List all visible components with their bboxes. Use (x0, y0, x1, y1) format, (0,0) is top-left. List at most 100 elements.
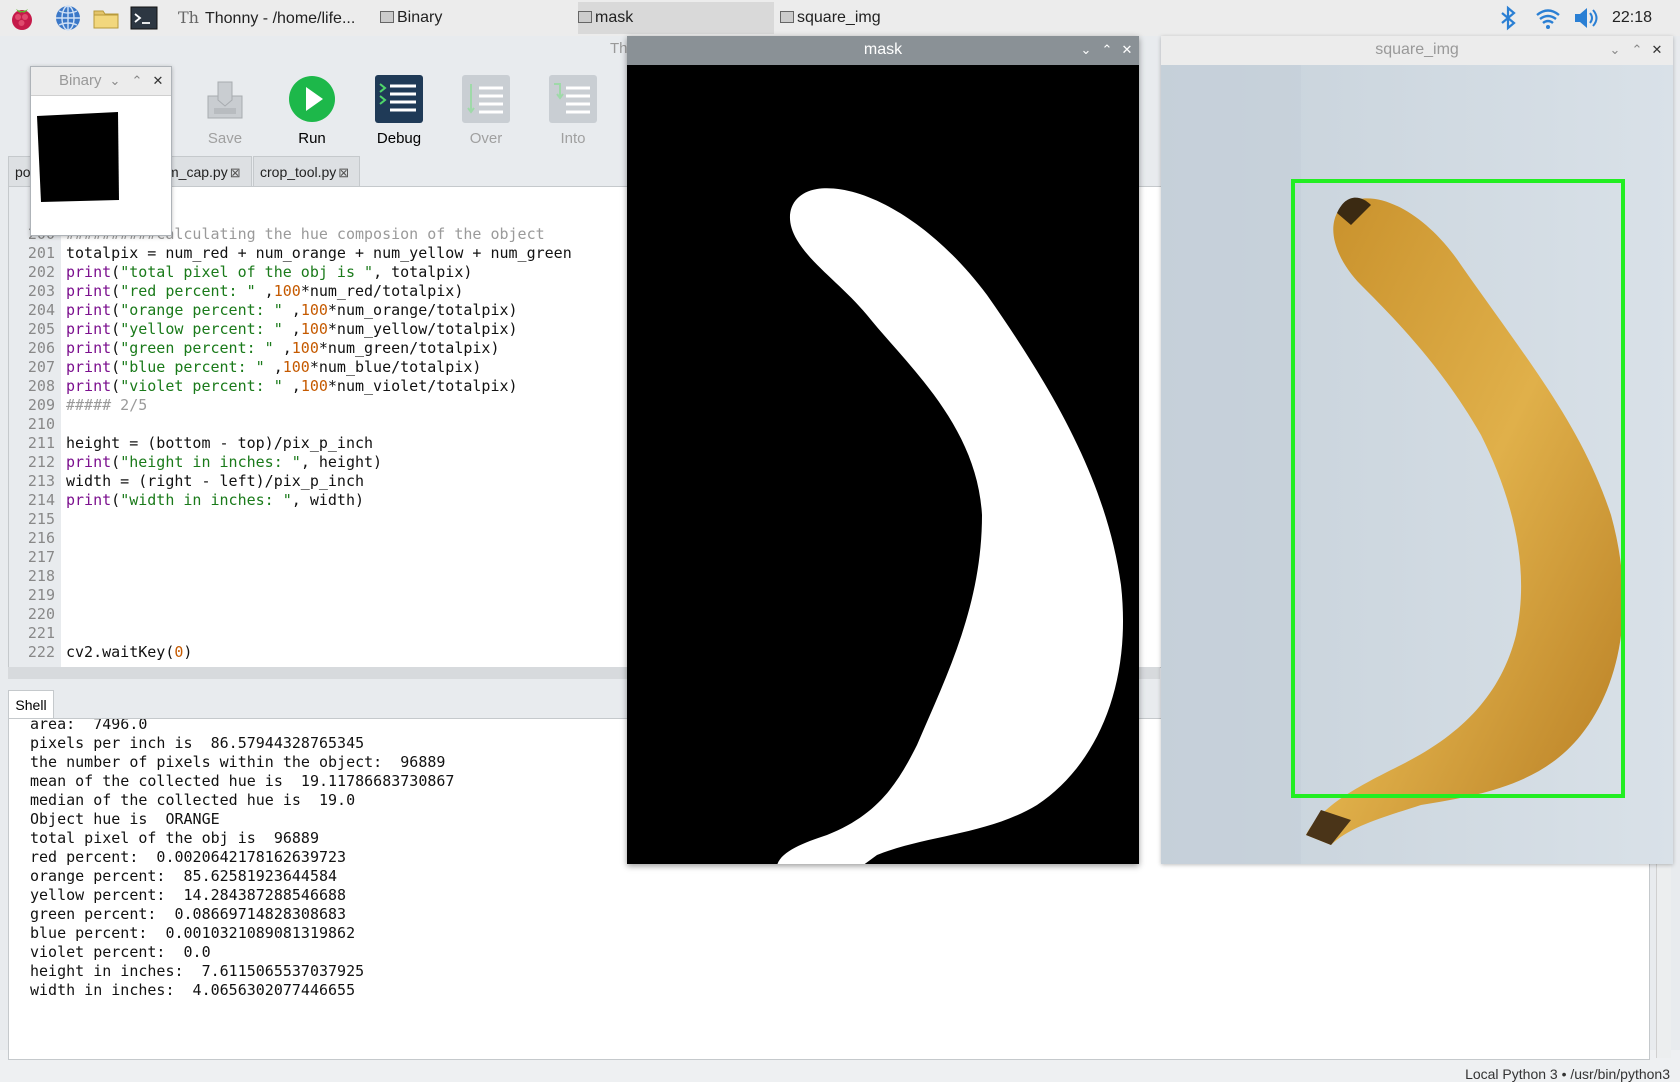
close-icon[interactable]: ✕ (148, 71, 168, 91)
line-number: 218 (27, 567, 55, 585)
window-icon (780, 11, 794, 23)
thonny-icon: Th (178, 8, 199, 27)
chevron-down-icon[interactable]: ⌄ (1076, 40, 1096, 60)
line-number: 205 (27, 320, 55, 338)
shell-line: Object hue is ORANGE (30, 810, 220, 828)
shell-line: yellow percent: 14.284387288546688 (30, 886, 347, 904)
square-img-titlebar[interactable]: square_img ⌄ ⌃ ✕ (1161, 36, 1673, 66)
shell-line: orange percent: 85.62581923644584 (30, 867, 338, 885)
line-number: 207 (27, 358, 55, 376)
shell-line: red percent: 0.0020642178162639723 (30, 848, 347, 866)
code-line: print("green percent: " ,100*num_green/t… (66, 339, 500, 357)
code-line: print("orange percent: " ,100*num_orange… (66, 301, 518, 319)
square-image (1161, 65, 1673, 864)
save-button[interactable]: Save (190, 74, 260, 147)
taskbar-button-binary[interactable]: Binary (380, 2, 576, 34)
line-number-gutter: 1 19 200 201 202 203 204 205 206 207 208… (9, 187, 61, 667)
shell-line: violet percent: 0.0 (30, 943, 211, 961)
binary-window[interactable]: Binary ⌄ ⌃ ✕ (30, 66, 172, 236)
line-number: 202 (27, 263, 55, 281)
code-line: width = (right - left)/pix_p_inch (66, 472, 365, 490)
shell-line: area: 7496.0 (30, 718, 148, 733)
window-title: Th (610, 40, 628, 57)
line-number: 208 (27, 377, 55, 395)
step-into-button[interactable]: Into (538, 74, 608, 147)
window-title: mask (863, 41, 903, 58)
line-number: 211 (27, 434, 55, 452)
maximize-icon[interactable]: ⌃ (127, 71, 147, 91)
code-line: print("yellow percent: " ,100*num_yellow… (66, 320, 518, 338)
code-line: cv2.waitKey(0) (66, 643, 193, 661)
step-into-icon (549, 75, 597, 123)
code-line: print("violet percent: " ,100*num_violet… (66, 377, 518, 395)
shell-line: total pixel of the obj is 96889 (30, 829, 319, 847)
close-icon[interactable]: ✕ (1647, 40, 1667, 60)
binary-titlebar[interactable]: Binary ⌄ ⌃ ✕ (31, 67, 171, 96)
raspberry-menu-icon[interactable] (8, 4, 36, 32)
line-number: 213 (27, 472, 55, 490)
chevron-down-icon[interactable]: ⌄ (1605, 40, 1625, 60)
run-icon (289, 76, 335, 122)
shell-line: green percent: 0.08669714828308683 (30, 905, 347, 923)
taskbar-button-square-img[interactable]: square_img (780, 2, 976, 34)
status-bar: Local Python 3 • /usr/bin/python3 (1465, 1066, 1670, 1082)
code-line: print("red percent: " ,100*num_red/total… (66, 282, 464, 300)
bluetooth-icon[interactable] (1494, 4, 1522, 32)
window-title: Binary (59, 72, 102, 89)
line-number: 201 (27, 244, 55, 262)
line-number: 217 (27, 548, 55, 566)
volume-icon[interactable] (1572, 4, 1600, 32)
code-line: ##### 2/5 (66, 396, 148, 414)
square-img-window[interactable]: square_img ⌄ ⌃ ✕ (1161, 36, 1673, 864)
run-button[interactable]: Run (277, 74, 347, 147)
line-number: 216 (27, 529, 55, 547)
web-browser-icon[interactable] (54, 4, 82, 32)
line-number: 203 (27, 282, 55, 300)
code-line: totalpix = num_red + num_orange + num_ye… (66, 244, 572, 262)
taskbar-button-mask[interactable]: mask (578, 2, 774, 34)
line-number: 219 (27, 586, 55, 604)
line-number: 209 (27, 396, 55, 414)
shell-line: pixels per inch is 86.57944328765345 (30, 734, 365, 752)
clock[interactable]: 22:18 (1612, 0, 1652, 36)
shell-line: width in inches: 4.0656302077446655 (30, 981, 356, 999)
line-number: 204 (27, 301, 55, 319)
close-tab-icon[interactable]: ⊠ (338, 165, 349, 180)
wifi-icon[interactable] (1534, 4, 1562, 32)
line-number: 206 (27, 339, 55, 357)
maximize-icon[interactable]: ⌃ (1097, 40, 1117, 60)
code-line: height = (bottom - top)/pix_p_inch (66, 434, 374, 452)
line-number: 214 (27, 491, 55, 509)
code-line: print("blue percent: " ,100*num_blue/tot… (66, 358, 482, 376)
tab-crop-tool[interactable]: crop_tool.py ⊠ (253, 156, 360, 186)
tab-shell[interactable]: Shell (8, 690, 54, 719)
step-over-icon (462, 75, 510, 123)
line-number: 215 (27, 510, 55, 528)
close-tab-icon[interactable]: ⊠ (230, 165, 241, 180)
line-number: 210 (27, 415, 55, 433)
taskbar-button-thonny[interactable]: Th Thonny - /home/life... (178, 2, 376, 34)
taskbar: Th Thonny - /home/life... Binary mask squ… (0, 0, 1680, 37)
debug-button[interactable]: Debug (364, 74, 434, 147)
line-number: 222 (27, 643, 55, 661)
window-icon (380, 11, 394, 23)
shell-line: blue percent: 0.0010321089081319862 (30, 924, 356, 942)
file-manager-icon[interactable] (92, 4, 120, 32)
shell-line: median of the collected hue is 19.0 (30, 791, 356, 809)
step-over-button[interactable]: Over (451, 74, 521, 147)
code-line: print("width in inches: ", width) (66, 491, 365, 509)
close-icon[interactable]: ✕ (1117, 40, 1137, 60)
line-number: 212 (27, 453, 55, 471)
mask-titlebar[interactable]: mask ⌄ ⌃ ✕ (627, 36, 1139, 65)
mask-image (627, 65, 1139, 864)
tab-editor-2[interactable]: m_cap.py ⊠ (160, 156, 252, 186)
terminal-icon[interactable] (130, 4, 158, 32)
window-title: square_img (1375, 41, 1459, 58)
mask-window[interactable]: mask ⌄ ⌃ ✕ (627, 36, 1139, 864)
line-number: 221 (27, 624, 55, 642)
maximize-icon[interactable]: ⌃ (1627, 40, 1647, 60)
chevron-down-icon[interactable]: ⌄ (105, 71, 125, 91)
shell-line: the number of pixels within the object: … (30, 753, 446, 771)
line-number: 220 (27, 605, 55, 623)
binary-image (37, 112, 119, 202)
